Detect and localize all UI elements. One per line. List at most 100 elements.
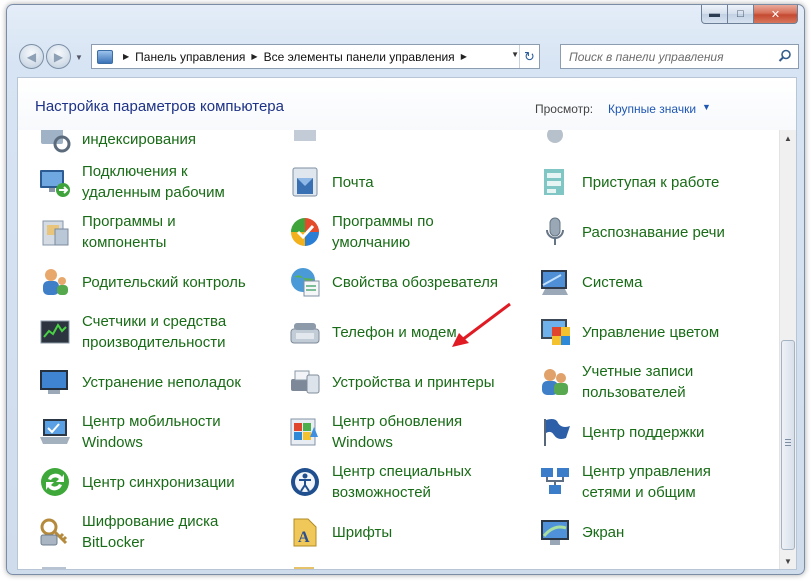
- sync-center-icon: [38, 465, 72, 499]
- item-label: Экран: [582, 523, 625, 541]
- item-label: Управление цветом: [582, 323, 720, 341]
- list-item-getting-started[interactable]: Приступая к работе: [538, 160, 757, 204]
- list-item-devices-printers[interactable]: Устройства и принтеры: [288, 360, 507, 404]
- partial-icon: [38, 563, 72, 569]
- control-panel-items: индексирования Подключения к удаленным р…: [18, 130, 780, 569]
- devices-printers-icon: [288, 365, 322, 399]
- item-label: Учетные записи пользователей: [582, 363, 694, 401]
- search-box[interactable]: [560, 44, 799, 69]
- item-label: Центр мобильности Windows: [82, 413, 221, 451]
- item-label: Центр обновления Windows: [332, 413, 463, 451]
- list-item-troubleshooting[interactable]: Устранение неполадок: [38, 360, 257, 404]
- list-item-remote-desktop[interactable]: Подключения к удаленным рабочим: [38, 160, 257, 204]
- forward-arrow-icon: ▶: [53, 49, 64, 64]
- breadcrumb-separator-icon[interactable]: ▶: [123, 52, 129, 61]
- view-by-label: Просмотр:: [535, 102, 594, 116]
- list-item-speech-recognition[interactable]: Распознавание речи: [538, 210, 757, 254]
- list-item-display[interactable]: Экран: [538, 510, 757, 554]
- breadcrumb-control-panel[interactable]: Панель управления: [135, 50, 245, 64]
- color-management-icon: [538, 315, 572, 349]
- view-by-dropdown[interactable]: Крупные значки: [608, 102, 696, 116]
- item-label: Центр специальных возможностей: [332, 463, 472, 501]
- mail-icon: [288, 165, 322, 199]
- item-label: Почта: [332, 173, 374, 191]
- chevron-down-icon[interactable]: ▼: [702, 102, 711, 112]
- item-label: Центр поддержки: [582, 423, 705, 441]
- item-label: Система: [582, 273, 643, 291]
- list-item-phone-modem[interactable]: Телефон и модем: [288, 310, 507, 354]
- display-icon: [538, 515, 572, 549]
- troubleshooting-icon: [38, 365, 72, 399]
- item-label: Устройства и принтеры: [332, 373, 495, 391]
- list-item-user-accounts[interactable]: Учетные записи пользователей: [538, 360, 757, 404]
- list-item-ease-of-access[interactable]: Центр специальных возможностей: [288, 460, 507, 504]
- item-label: Подключения к удаленным рабочим: [82, 163, 225, 201]
- back-arrow-icon: ◀: [26, 49, 37, 64]
- list-item-internet-options[interactable]: Свойства обозревателя: [288, 260, 507, 304]
- search-icon[interactable]: [778, 49, 792, 63]
- list-item-mobility-center[interactable]: Центр мобильности Windows: [38, 410, 257, 454]
- bitlocker-icon: [38, 515, 72, 549]
- list-item-network-center[interactable]: Центр управления сетями и общим: [538, 460, 757, 504]
- list-item-partial-bottom-1: [38, 558, 82, 569]
- list-item-programs-features[interactable]: Программы и компоненты: [38, 210, 257, 254]
- programs-features-icon: [38, 215, 72, 249]
- item-label: Приступая к работе: [582, 173, 720, 191]
- system-icon: [538, 265, 572, 299]
- breadcrumb-separator-icon[interactable]: ▶: [461, 52, 467, 61]
- item-label: индексирования: [82, 130, 196, 148]
- content-pane: Настройка параметров компьютера Просмотр…: [17, 77, 797, 570]
- vertical-scrollbar[interactable]: ▲ ▼: [779, 130, 796, 569]
- internet-options-icon: [288, 265, 322, 299]
- svg-text:A: A: [298, 529, 310, 546]
- close-button[interactable]: ✕: [754, 5, 798, 24]
- action-center-flag-icon: [538, 415, 572, 449]
- grip-icon: [785, 439, 791, 446]
- maximize-button[interactable]: □: [728, 5, 754, 24]
- recent-pages-dropdown[interactable]: ▼: [75, 53, 83, 62]
- default-programs-icon: [288, 215, 322, 249]
- list-item-performance[interactable]: Счетчики и средства производительности: [38, 310, 257, 354]
- network-center-icon: [538, 465, 572, 499]
- scrollbar-thumb[interactable]: [781, 340, 795, 550]
- forward-button[interactable]: ▶: [46, 44, 71, 69]
- item-label: Центр синхронизации: [82, 473, 235, 491]
- item-label: Распознавание речи: [582, 223, 725, 241]
- minimize-button[interactable]: ▬: [701, 5, 728, 24]
- mobility-center-icon: [38, 415, 72, 449]
- scroll-up-button[interactable]: ▲: [780, 130, 796, 147]
- partial-icon: [288, 563, 322, 569]
- list-item-partial-bottom-2: [288, 558, 332, 569]
- page-title: Настройка параметров компьютера: [35, 98, 284, 115]
- partial-icon: [288, 130, 322, 145]
- list-item-partial-3: [538, 130, 582, 150]
- list-item-color-management[interactable]: Управление цветом: [538, 310, 757, 354]
- item-label: Шифрование диска BitLocker: [82, 513, 219, 551]
- item-label: Свойства обозревателя: [332, 273, 498, 291]
- list-item-windows-update[interactable]: Центр обновления Windows: [288, 410, 507, 454]
- list-item-bitlocker[interactable]: Шифрование диска BitLocker: [38, 510, 257, 554]
- address-bar[interactable]: ▶ Панель управления ▶ Все элементы панел…: [91, 44, 540, 69]
- breadcrumb-separator-icon[interactable]: ▶: [251, 52, 257, 61]
- refresh-button[interactable]: ↻: [519, 45, 539, 68]
- item-label: Центр управления сетями и общим: [582, 463, 711, 501]
- address-history-dropdown[interactable]: ▼: [511, 50, 519, 59]
- item-label: Шрифты: [332, 523, 393, 541]
- parental-controls-icon: [38, 265, 72, 299]
- list-item-action-center[interactable]: Центр поддержки: [538, 410, 757, 454]
- list-item-indexing[interactable]: индексирования: [38, 130, 257, 161]
- search-input[interactable]: [561, 49, 771, 64]
- list-item-sync-center[interactable]: Центр синхронизации: [38, 460, 257, 504]
- list-item-system[interactable]: Система: [538, 260, 757, 304]
- breadcrumb-all-items[interactable]: Все элементы панели управления: [264, 50, 455, 64]
- scroll-down-button[interactable]: ▼: [780, 553, 796, 569]
- getting-started-icon: [538, 165, 572, 199]
- list-item-mail[interactable]: Почта: [288, 160, 507, 204]
- list-item-parental-controls[interactable]: Родительский контроль: [38, 260, 257, 304]
- phone-modem-icon: [288, 315, 322, 349]
- item-label: Программы по умолчанию: [332, 213, 434, 251]
- list-item-fonts[interactable]: A Шрифты: [288, 510, 507, 554]
- list-item-default-programs[interactable]: Программы по умолчанию: [288, 210, 507, 254]
- back-button[interactable]: ◀: [19, 44, 44, 69]
- list-item-partial-2: [288, 130, 332, 150]
